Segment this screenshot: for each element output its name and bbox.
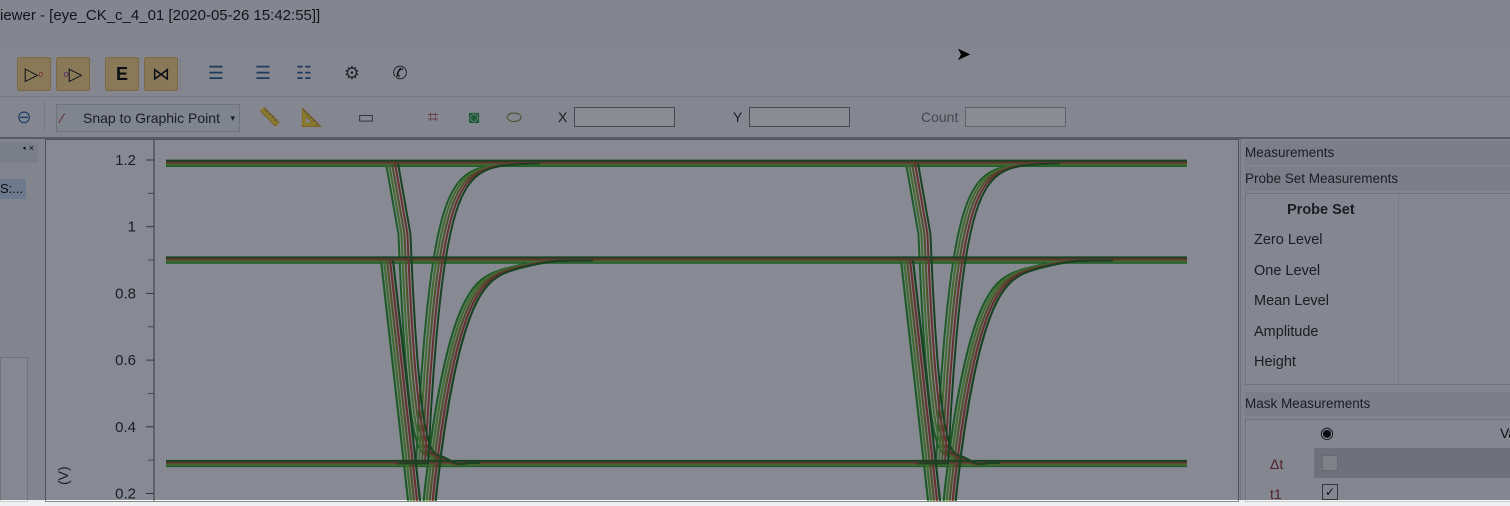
ellipse-icon[interactable]: ⬭ <box>498 101 530 133</box>
layout-3-icon[interactable]: ☷ <box>288 57 320 89</box>
measurements-header: Measurements <box>1245 141 1510 165</box>
panel-header: ▪ × <box>0 143 38 163</box>
row-zero-level: Zero Level <box>1254 232 1323 248</box>
row-amplitude: Amplitude <box>1254 324 1319 340</box>
checkbox-t1[interactable]: ✓ <box>1322 484 1338 500</box>
mask-green-icon[interactable]: ◙ <box>458 101 490 133</box>
eye-diagram-plot[interactable]: 1.2 1 0.8 0.6 0.4 0.2 (V) <box>45 139 1239 506</box>
probe-header: Probe Set <box>1287 202 1355 218</box>
pin-close-icon[interactable]: ▪ × <box>23 143 34 153</box>
left-panel: ▪ × S:... <box>0 139 38 502</box>
y-tick-label: 0.2 <box>115 486 136 502</box>
mask-table: ◉ Va Δt t1 ✓ <box>1245 419 1510 502</box>
count-label: Count <box>921 109 959 125</box>
gear-icon[interactable]: ⚙ <box>336 57 368 89</box>
eye-diagram-svg: 1.2 1 0.8 0.6 0.4 0.2 (V) <box>55 140 1187 506</box>
gate-inverter-out-icon[interactable]: ▷ o <box>17 57 51 91</box>
main-toolbar: ▷ o o ▷ E ⋈ ☰ ☰ ☷ ⚙ ✆ <box>0 52 1510 97</box>
layout-1-icon[interactable]: ☰ <box>200 57 232 89</box>
snap-label: Snap to Graphic Point <box>83 110 220 126</box>
snap-mode-dropdown[interactable]: ⁄ Snap to Graphic Point ▾ <box>56 104 240 132</box>
y-input[interactable] <box>749 107 850 127</box>
y-tick-label: 0.8 <box>115 285 136 302</box>
zoom-out-icon[interactable]: ⊖ <box>8 101 40 133</box>
count-input[interactable] <box>965 107 1066 127</box>
mouse-cursor-icon: ➤ <box>956 44 972 64</box>
row-height: Height <box>1254 354 1296 370</box>
measurements-panel: Measurements Probe Set Measurements Prob… <box>1240 139 1510 502</box>
phone-icon[interactable]: ✆ <box>384 57 416 89</box>
y-label: Y <box>733 109 743 125</box>
edge-icon[interactable]: E <box>105 57 139 91</box>
y-tick-label: 1 <box>128 219 136 236</box>
probe-set-section[interactable]: Probe Set Measurements <box>1245 167 1510 191</box>
mask-red-icon[interactable]: ⌗ <box>417 101 449 133</box>
y-tick-label: 0.6 <box>115 352 136 369</box>
gate-inverter-in-icon[interactable]: o ▷ <box>56 57 90 91</box>
row-one-level: One Level <box>1254 263 1321 279</box>
x-label: X <box>558 109 568 125</box>
mask-col-header: Va <box>1500 425 1510 441</box>
y-tick-label: 0.4 <box>115 419 136 436</box>
title-bar: iewer - [eye_CK_c_4_01 [2020-05-26 15:42… <box>0 0 1510 52</box>
curve-icon: ⁄ <box>61 110 64 126</box>
window-title: iewer - [eye_CK_c_4_01 [2020-05-26 15:42… <box>0 7 321 24</box>
x-input[interactable] <box>574 107 675 127</box>
ruler-icon[interactable]: 📏 <box>254 101 286 133</box>
y-axis-label: (V) <box>55 466 71 485</box>
chevron-down-icon: ▾ <box>230 113 235 123</box>
y-tick-label: 1.2 <box>115 152 136 169</box>
row-mean-level: Mean Level <box>1254 293 1329 309</box>
eye-visibility-icon[interactable]: ◉ <box>1320 423 1334 443</box>
tree-item[interactable]: S:... <box>0 179 26 199</box>
probe-table: Probe Set Zero Level One Level Mean Leve… <box>1245 193 1510 385</box>
ruler-options-icon[interactable]: 📐 <box>296 101 328 133</box>
mask-section[interactable]: Mask Measurements <box>1245 392 1510 416</box>
checkbox-dt[interactable] <box>1322 455 1338 471</box>
layout-2-icon[interactable]: ☰ <box>247 57 279 89</box>
mux-icon[interactable]: ⋈ <box>144 57 178 91</box>
horizontal-measure-icon[interactable]: ▭ <box>350 101 382 133</box>
mask-row-dt: Δt <box>1270 456 1284 472</box>
